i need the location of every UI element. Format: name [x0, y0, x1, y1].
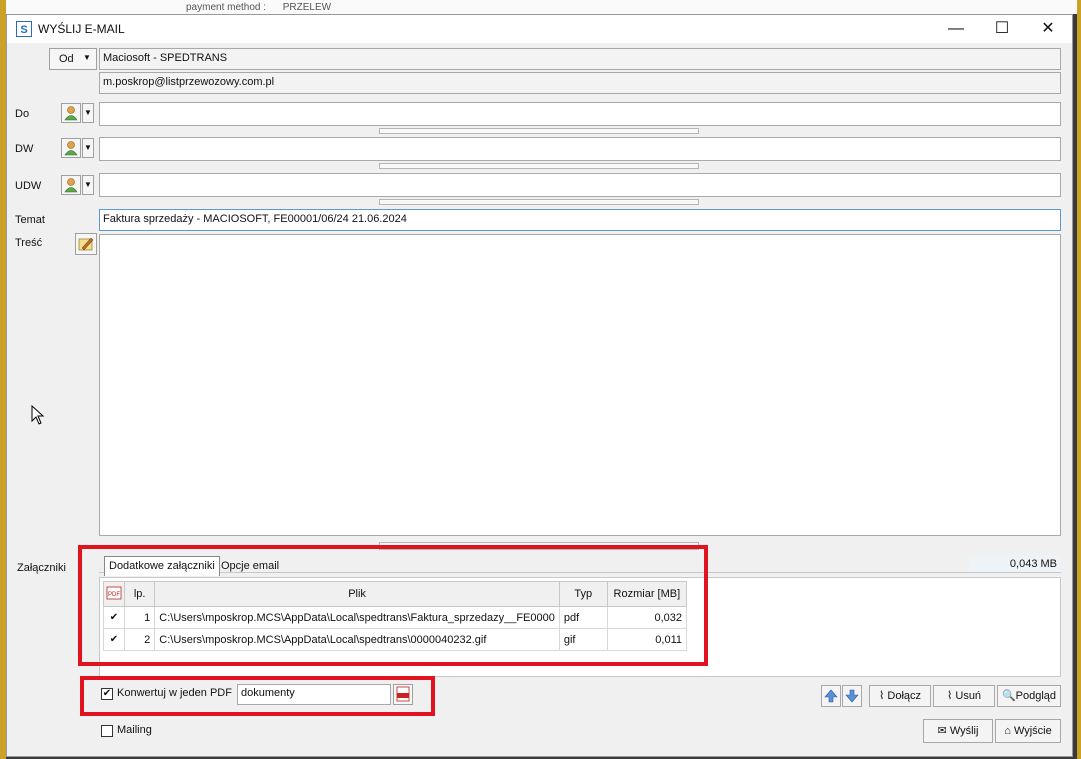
- sender-name-field: Maciosoft - SPEDTRANS: [99, 48, 1061, 70]
- arrow-up-icon: [824, 689, 838, 703]
- bcc-address-book-button[interactable]: [61, 175, 81, 195]
- window-title: WYŚLIJ E-MAIL: [38, 22, 125, 36]
- chevron-down-icon: ▼: [83, 53, 91, 62]
- cc-splitter-handle[interactable]: [379, 163, 699, 169]
- move-up-button[interactable]: [821, 685, 841, 707]
- cc-label: DW: [15, 143, 34, 155]
- sender-dropdown-label: Od: [59, 53, 74, 65]
- background-text: payment method : PRZELEW: [186, 2, 332, 13]
- preview-button-label: Podgląd: [1015, 690, 1057, 702]
- person-icon: [64, 106, 78, 121]
- maximize-button[interactable]: ☐: [979, 15, 1025, 43]
- person-icon: [64, 178, 78, 193]
- move-down-button[interactable]: [842, 685, 862, 707]
- app-logo-icon: S: [16, 21, 32, 37]
- bcc-dropdown-arrow[interactable]: ▼: [82, 175, 94, 195]
- sender-dropdown-button[interactable]: Od ▼: [49, 48, 97, 70]
- bcc-label: UDW: [15, 180, 42, 192]
- pencil-note-icon: [78, 237, 94, 251]
- attach-button[interactable]: ⌇ Dołącz: [869, 685, 931, 707]
- remove-button[interactable]: ⌇ Usuń: [933, 685, 995, 707]
- cc-field[interactable]: [99, 137, 1061, 161]
- to-dropdown-arrow[interactable]: ▼: [82, 103, 94, 123]
- preview-button[interactable]: 🔍Podgląd: [997, 685, 1061, 707]
- attachments-label: Załączniki: [17, 562, 66, 574]
- bcc-splitter-handle[interactable]: [379, 199, 699, 205]
- send-button-label: Wyślij: [949, 725, 979, 737]
- attachments-total-size: 0,043 MB: [969, 555, 1061, 573]
- background-window-strip: [0, 0, 1081, 14]
- subject-field[interactable]: Faktura sprzedaży - MACIOSOFT, FE00001/0…: [99, 209, 1061, 231]
- remove-button-label: Usuń: [955, 690, 982, 702]
- subject-label: Temat: [15, 214, 45, 226]
- edit-body-button[interactable]: [75, 233, 97, 255]
- preview-icon: 🔍: [1001, 690, 1016, 702]
- highlight-box-attachments: [78, 545, 708, 666]
- arrow-down-icon: [845, 689, 859, 703]
- body-label: Treść: [15, 237, 43, 249]
- minimize-button[interactable]: —: [933, 15, 979, 43]
- home-icon: ⌂: [1004, 725, 1011, 737]
- cc-dropdown-arrow[interactable]: ▼: [82, 138, 94, 158]
- to-address-book-button[interactable]: [61, 103, 81, 123]
- title-bar[interactable]: S WYŚLIJ E-MAIL — ☐ ✕: [7, 15, 1072, 43]
- exit-button-label: Wyjście: [1013, 725, 1052, 737]
- person-icon: [64, 141, 78, 156]
- send-email-dialog: S WYŚLIJ E-MAIL — ☐ ✕ Od ▼ Maciosoft - S…: [6, 14, 1073, 757]
- mouse-cursor-icon: [31, 405, 45, 425]
- highlight-box-pdf-option: [80, 676, 435, 716]
- background-border-right: [1077, 0, 1081, 759]
- bcc-field[interactable]: [99, 173, 1061, 197]
- close-button[interactable]: ✕: [1025, 15, 1071, 43]
- to-field[interactable]: [99, 102, 1061, 126]
- to-label: Do: [15, 108, 30, 120]
- send-button[interactable]: ✉ Wyślij: [923, 719, 993, 743]
- cc-address-book-button[interactable]: [61, 138, 81, 158]
- to-splitter-handle[interactable]: [379, 128, 699, 134]
- mailing-label: Mailing: [117, 724, 152, 736]
- exit-button[interactable]: ⌂ Wyjście: [995, 719, 1061, 743]
- attach-button-label: Dołącz: [887, 690, 922, 702]
- mailing-checkbox-box[interactable]: [101, 725, 113, 737]
- paperclip-icon: ⌇: [946, 690, 953, 702]
- body-textarea[interactable]: [99, 234, 1061, 536]
- paperclip-icon: ⌇: [878, 690, 885, 702]
- sender-email-field: m.poskrop@listprzewozowy.com.pl: [99, 72, 1061, 94]
- envelope-icon: ✉: [937, 725, 947, 737]
